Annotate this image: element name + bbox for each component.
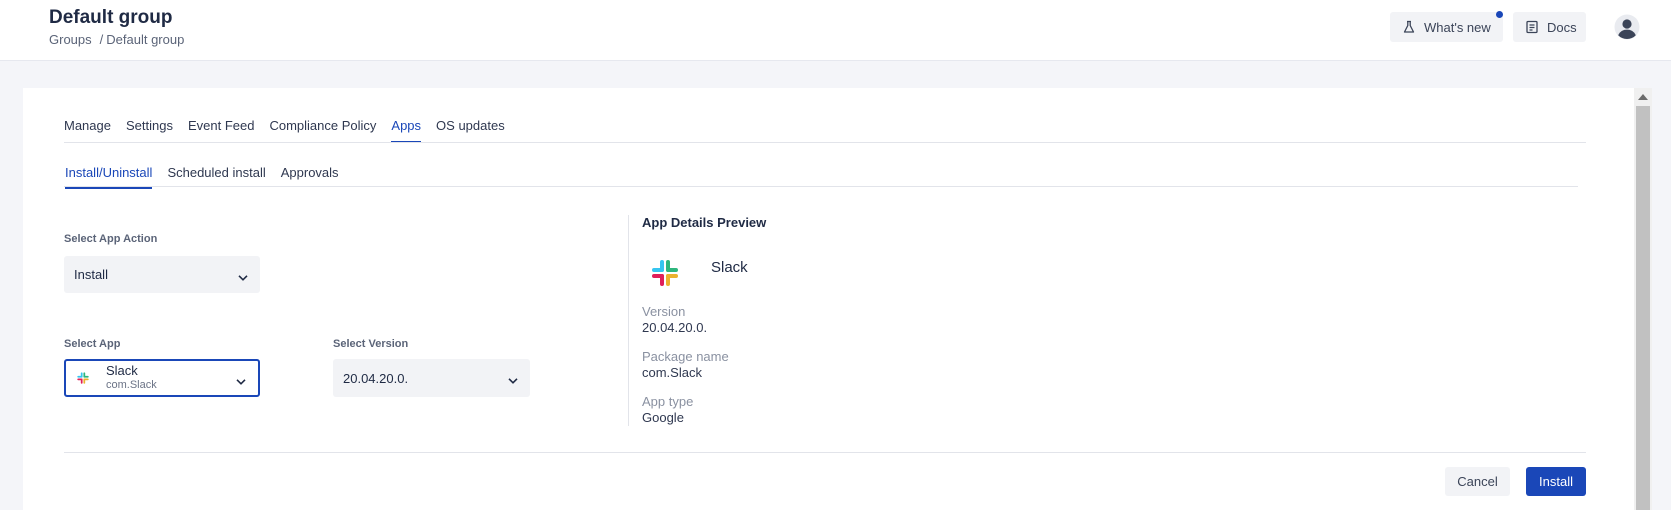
tab-apps[interactable]: Apps <box>391 118 421 143</box>
install-button[interactable]: Install <box>1526 467 1586 496</box>
chevron-down-icon <box>508 373 518 384</box>
footer-divider <box>64 452 1586 453</box>
notification-dot <box>1496 11 1503 18</box>
tab-manage[interactable]: Manage <box>64 118 111 142</box>
whats-new-label: What's new <box>1424 19 1491 35</box>
tab-os-updates[interactable]: OS updates <box>436 118 505 142</box>
tab-event-feed[interactable]: Event Feed <box>188 118 255 142</box>
chevron-down-icon <box>238 270 248 281</box>
preview-type-value: Google <box>642 410 684 425</box>
version-select[interactable]: 20.04.20.0. <box>333 359 530 397</box>
preview-version-value: 20.04.20.0. <box>642 320 708 335</box>
docs-label: Docs <box>1547 19 1577 35</box>
subtabs-divider <box>64 186 1578 187</box>
tab-settings[interactable]: Settings <box>126 118 173 142</box>
select-app-label: Select App <box>64 338 121 350</box>
chevron-down-icon <box>236 374 246 385</box>
app-select-name: Slack <box>106 363 138 378</box>
vertical-scrollbar[interactable] <box>1634 88 1652 510</box>
app-select-text: Slack com.Slack <box>106 363 157 393</box>
user-avatar-icon[interactable] <box>1614 14 1640 40</box>
app-action-value: Install <box>74 267 108 282</box>
top-header: Default group Groups / Default group What'… <box>0 0 1671 61</box>
app-select-package: com.Slack <box>106 379 157 391</box>
select-version-label: Select Version <box>333 338 409 350</box>
docs-button[interactable]: Docs <box>1513 12 1586 42</box>
app-action-select[interactable]: Install <box>64 256 260 293</box>
app-details-preview-title: App Details Preview <box>642 215 767 230</box>
version-select-value: 20.04.20.0. <box>343 370 409 386</box>
flask-icon <box>1402 20 1416 34</box>
preview-package-value: com.Slack <box>642 365 702 380</box>
subtab-install-uninstall[interactable]: Install/Uninstall <box>65 165 153 189</box>
breadcrumb: Groups / Default group <box>49 32 184 47</box>
preview-type-label: App type <box>642 394 694 409</box>
group-tabs: Manage Settings Event Feed Compliance Po… <box>64 118 520 143</box>
select-app-action-label: Select App Action <box>64 233 158 245</box>
scrollbar-thumb[interactable] <box>1636 106 1650 510</box>
preview-version-label: Version <box>642 304 686 319</box>
breadcrumb-separator: / <box>99 32 104 47</box>
app-select[interactable]: Slack com.Slack <box>64 359 260 397</box>
scroll-up-arrow-icon[interactable] <box>1638 94 1648 100</box>
subtab-scheduled-install[interactable]: Scheduled install <box>167 165 265 188</box>
page-title: Default group <box>49 7 173 28</box>
preview-package-label: Package name <box>642 349 729 364</box>
tab-compliance-policy[interactable]: Compliance Policy <box>269 118 376 142</box>
cancel-button[interactable]: Cancel <box>1445 467 1510 496</box>
preview-app-name: Slack <box>711 259 748 276</box>
docs-icon <box>1525 20 1539 34</box>
whats-new-button[interactable]: What's new <box>1390 12 1503 42</box>
apps-subtabs: Install/Uninstall Scheduled install Appr… <box>65 165 354 189</box>
content-card <box>23 88 1635 510</box>
breadcrumb-groups-link[interactable]: Groups <box>49 32 92 47</box>
preview-divider <box>628 215 629 426</box>
slack-logo-icon <box>76 371 90 385</box>
breadcrumb-current: Default group <box>106 32 185 47</box>
subtab-approvals[interactable]: Approvals <box>281 165 339 188</box>
tabs-divider <box>64 142 1586 143</box>
slack-logo-icon <box>649 257 681 289</box>
